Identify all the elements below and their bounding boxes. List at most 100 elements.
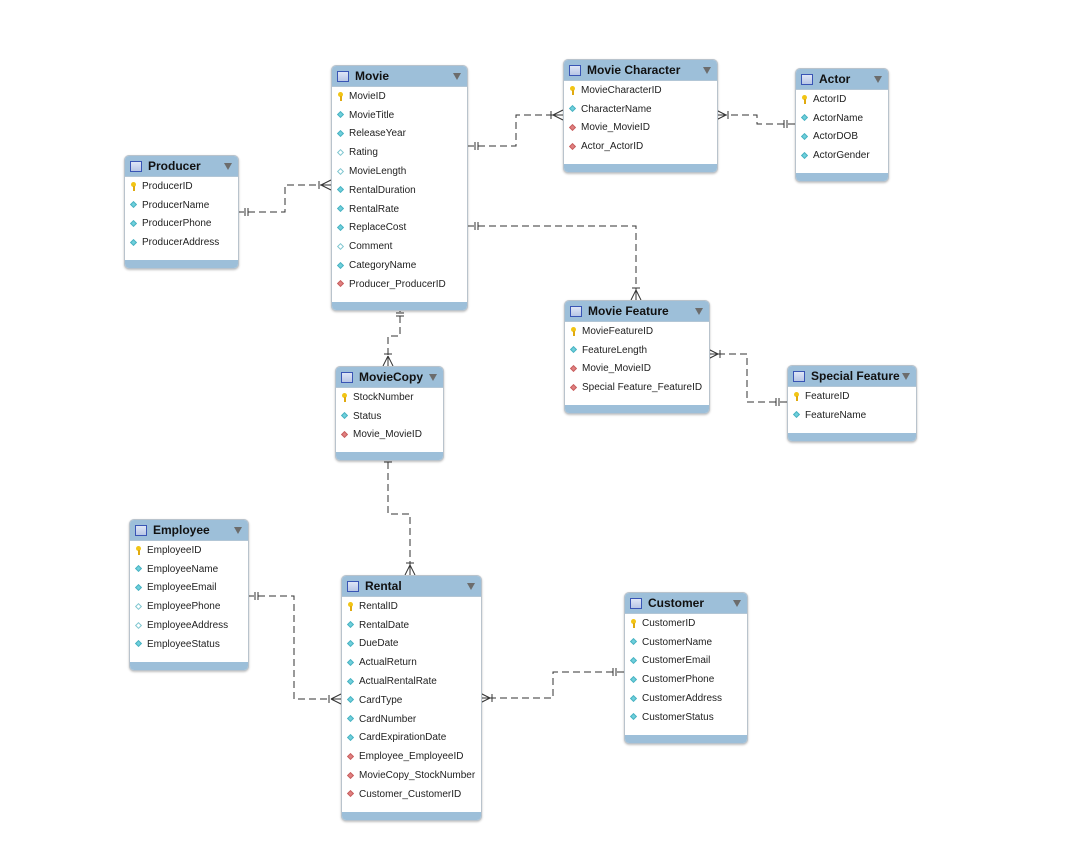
table-header[interactable]: Employee <box>130 520 248 541</box>
table-header[interactable]: Actor <box>796 69 888 90</box>
relationship-line[interactable] <box>387 451 411 575</box>
collapse-toggle-icon[interactable] <box>902 372 910 380</box>
column-row[interactable]: ProducerAddress <box>125 233 238 252</box>
table-moviecopy[interactable]: MovieCopy StockNumber Status Movie_MovieID <box>335 366 444 462</box>
column-row[interactable]: Movie_MovieID <box>336 426 443 445</box>
relationship-line[interactable] <box>480 671 624 699</box>
column-row[interactable]: CardType <box>342 691 481 710</box>
column-row[interactable]: ActorGender <box>796 146 888 165</box>
column-row[interactable]: RentalDate <box>342 616 481 635</box>
column-row[interactable]: ProducerName <box>125 196 238 215</box>
column-row[interactable]: Special Feature_FeatureID <box>565 378 709 397</box>
column-row[interactable]: CustomerStatus <box>625 708 747 727</box>
collapse-toggle-icon[interactable] <box>224 162 232 170</box>
column-row[interactable]: EmployeePhone <box>130 597 248 616</box>
column-row[interactable]: EmployeeName <box>130 560 248 579</box>
relationship-line[interactable] <box>247 595 341 700</box>
column-row[interactable]: Movie_MovieID <box>564 119 717 138</box>
column-row[interactable]: MovieLength <box>332 162 467 181</box>
table-specialfeature[interactable]: Special Feature FeatureID FeatureName <box>787 365 917 442</box>
column-row[interactable]: ProducerPhone <box>125 215 238 234</box>
relationship-special-feature-movie-feature[interactable] <box>707 348 787 406</box>
relationship-moviecopy-rental[interactable] <box>384 451 416 576</box>
relationship-line[interactable] <box>467 225 637 300</box>
column-row[interactable]: CustomerEmail <box>625 652 747 671</box>
column-row[interactable]: EmployeeID <box>130 541 248 560</box>
column-row[interactable]: ProducerID <box>125 177 238 196</box>
relationship-customer-rental[interactable] <box>479 668 624 704</box>
column-row[interactable]: ActualRentalRate <box>342 672 481 691</box>
collapse-toggle-icon[interactable] <box>234 526 242 534</box>
column-row[interactable]: DueDate <box>342 635 481 654</box>
column-row[interactable]: CardNumber <box>342 710 481 729</box>
relationship-line[interactable] <box>387 305 401 366</box>
column-row[interactable]: CustomerPhone <box>625 670 747 689</box>
collapse-toggle-icon[interactable] <box>733 599 741 607</box>
relationship-movie-movie-feature[interactable] <box>467 222 642 301</box>
column-row[interactable]: Status <box>336 407 443 426</box>
table-customer[interactable]: Customer CustomerID CustomerName CustomerEm… <box>624 592 748 744</box>
collapse-toggle-icon[interactable] <box>467 582 475 590</box>
column-row[interactable]: Comment <box>332 237 467 256</box>
column-row[interactable]: MovieID <box>332 87 467 106</box>
column-row[interactable]: Movie_MovieID <box>565 360 709 379</box>
column-row[interactable]: CustomerName <box>625 633 747 652</box>
column-row[interactable]: MovieCopy_StockNumber <box>342 766 481 785</box>
column-row[interactable]: EmployeeAddress <box>130 616 248 635</box>
column-row[interactable]: MovieCharacterID <box>564 81 717 100</box>
column-row[interactable]: MovieFeatureID <box>565 322 709 341</box>
table-header[interactable]: Producer <box>125 156 238 177</box>
collapse-toggle-icon[interactable] <box>874 75 882 83</box>
column-row[interactable]: Employee_EmployeeID <box>342 747 481 766</box>
table-header[interactable]: Movie Character <box>564 60 717 81</box>
column-row[interactable]: CharacterName <box>564 100 717 119</box>
table-moviecharacter[interactable]: Movie Character MovieCharacterID Character… <box>563 59 718 174</box>
column-row[interactable]: RentalID <box>342 597 481 616</box>
column-row[interactable]: MovieTitle <box>332 106 467 125</box>
column-row[interactable]: ActualReturn <box>342 653 481 672</box>
relationship-movie-movie-character[interactable] <box>467 109 564 150</box>
table-header[interactable]: Rental <box>342 576 481 597</box>
column-row[interactable]: Producer_ProducerID <box>332 275 467 294</box>
column-row[interactable]: Customer_CustomerID <box>342 785 481 804</box>
table-movie[interactable]: Movie MovieID MovieTitle ReleaseYear Rating M… <box>331 65 468 311</box>
relationship-producer-movie[interactable] <box>237 179 332 216</box>
table-actor[interactable]: Actor ActorID ActorName ActorDOB ActorGender <box>795 68 889 183</box>
relationship-employee-rental[interactable] <box>247 592 342 705</box>
relationship-line[interactable] <box>237 184 331 213</box>
column-row[interactable]: EmployeeStatus <box>130 635 248 654</box>
collapse-toggle-icon[interactable] <box>695 307 703 315</box>
table-employee[interactable]: Employee EmployeeID EmployeeName EmployeeEm… <box>129 519 249 671</box>
table-producer[interactable]: Producer ProducerID ProducerName ProducerPh… <box>124 155 239 270</box>
column-row[interactable]: CustomerAddress <box>625 689 747 708</box>
column-row[interactable]: CustomerID <box>625 614 747 633</box>
relationship-actor-movie-character[interactable] <box>715 109 795 128</box>
column-row[interactable]: EmployeeEmail <box>130 579 248 598</box>
column-row[interactable]: ReleaseYear <box>332 125 467 144</box>
table-header[interactable]: Customer <box>625 593 747 614</box>
table-rental[interactable]: Rental RentalID RentalDate DueDate ActualRet… <box>341 575 482 821</box>
collapse-toggle-icon[interactable] <box>429 373 437 381</box>
table-header[interactable]: Movie Feature <box>565 301 709 322</box>
column-row[interactable]: RentalRate <box>332 200 467 219</box>
table-moviefeature[interactable]: Movie Feature MovieFeatureID FeatureLength… <box>564 300 710 415</box>
column-row[interactable]: ActorName <box>796 109 888 128</box>
table-header[interactable]: Movie <box>332 66 467 87</box>
relationship-line[interactable] <box>467 114 563 147</box>
column-row[interactable]: RentalDuration <box>332 181 467 200</box>
column-row[interactable]: ActorDOB <box>796 128 888 147</box>
table-header[interactable]: MovieCopy <box>336 367 443 388</box>
column-row[interactable]: FeatureID <box>788 387 916 406</box>
column-row[interactable]: Rating <box>332 143 467 162</box>
column-row[interactable]: StockNumber <box>336 388 443 407</box>
relationship-line[interactable] <box>708 353 787 403</box>
column-row[interactable]: Actor_ActorID <box>564 137 717 156</box>
column-row[interactable]: CategoryName <box>332 256 467 275</box>
relationship-movie-moviecopy[interactable] <box>382 305 404 367</box>
collapse-toggle-icon[interactable] <box>703 66 711 74</box>
table-header[interactable]: Special Feature <box>788 366 916 387</box>
column-row[interactable]: CardExpirationDate <box>342 729 481 748</box>
column-row[interactable]: ReplaceCost <box>332 219 467 238</box>
collapse-toggle-icon[interactable] <box>453 72 461 80</box>
column-row[interactable]: FeatureName <box>788 406 916 425</box>
